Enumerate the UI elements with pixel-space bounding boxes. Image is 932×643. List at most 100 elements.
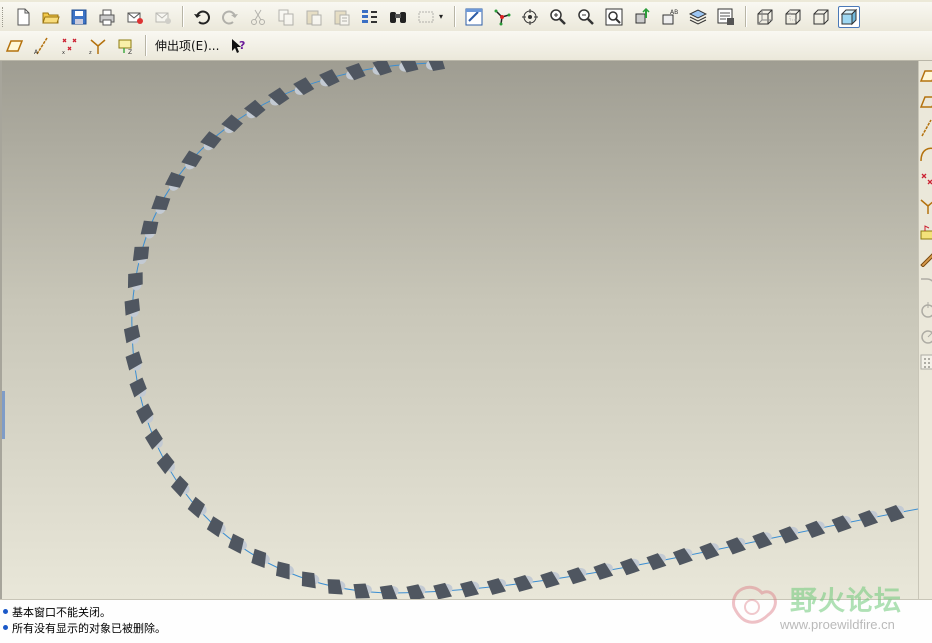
message-text: 基本窗口不能关闭。 xyxy=(12,605,111,619)
refit-button[interactable] xyxy=(603,6,625,28)
open-button[interactable] xyxy=(40,6,62,28)
right-feature-toolbar xyxy=(918,61,932,599)
datum-plane-tool[interactable] xyxy=(919,65,932,87)
orient-mode-button[interactable] xyxy=(519,6,541,28)
sweep-tool[interactable] xyxy=(919,325,932,347)
datum-axis-tool[interactable] xyxy=(919,117,932,139)
copy-button[interactable] xyxy=(275,6,297,28)
regenerate-button[interactable] xyxy=(359,6,381,28)
regenerate-icon xyxy=(362,9,377,23)
layers-icon xyxy=(689,8,707,25)
reorient-button[interactable] xyxy=(631,6,653,28)
forum-watermark: 野火论坛 www.proewildfire.cn xyxy=(720,577,932,639)
sketch-tool[interactable] xyxy=(919,247,932,269)
saved-views-button[interactable]: AB xyxy=(659,6,681,28)
reorient-icon xyxy=(635,7,650,23)
model-scene[interactable] xyxy=(2,61,918,599)
svg-text:Z: Z xyxy=(128,49,132,55)
datum-curve-tool[interactable] xyxy=(919,143,932,165)
coordinate-system-tool[interactable] xyxy=(919,195,932,217)
message-text: 所有没有显示的对象已被删除。 xyxy=(12,621,166,635)
hidden-line-button[interactable] xyxy=(782,6,804,28)
sketch-tool-icon xyxy=(920,253,932,267)
spin-center-button[interactable] xyxy=(491,6,513,28)
paste-special-icon xyxy=(334,10,350,25)
revolve-tool[interactable] xyxy=(919,299,932,321)
repaint-button[interactable] xyxy=(463,6,485,28)
paste-icon xyxy=(306,10,322,25)
wireframe-icon xyxy=(757,9,773,24)
datum-point-icon xyxy=(921,173,932,185)
shading-button[interactable] xyxy=(838,5,860,28)
toolbar-separator xyxy=(745,6,746,27)
redo-button[interactable] xyxy=(219,6,241,28)
message-bullet-icon xyxy=(3,625,8,630)
paste-button[interactable] xyxy=(303,6,325,28)
zoom-in-button[interactable] xyxy=(547,6,569,28)
hidden-line-icon xyxy=(785,9,801,24)
layers-button[interactable] xyxy=(687,6,709,28)
wireframe-button[interactable] xyxy=(754,6,776,28)
saved-views-icon: AB xyxy=(662,9,678,24)
zoom-out-button[interactable] xyxy=(575,6,597,28)
datum-point-display-icon: x xyxy=(62,38,77,55)
round-tool[interactable] xyxy=(919,273,932,295)
undo-icon xyxy=(194,10,210,24)
cut-button[interactable] xyxy=(247,6,269,28)
copy-icon xyxy=(278,9,294,25)
extrude-menu-item[interactable]: 伸出项(E)... xyxy=(155,37,219,54)
open-folder-icon xyxy=(42,12,60,23)
revolve-icon xyxy=(921,302,932,318)
graphics-viewport[interactable] xyxy=(0,61,918,599)
save-icon xyxy=(71,9,87,24)
pattern-tool[interactable] xyxy=(919,351,932,373)
datum-point-tool[interactable] xyxy=(919,169,932,191)
analysis-icon xyxy=(920,225,932,240)
sketch-plane-tool[interactable] xyxy=(919,91,932,113)
message-bullet-icon xyxy=(3,609,8,614)
paste-special-button[interactable] xyxy=(331,6,353,28)
datum-plane-icon xyxy=(919,70,932,82)
watermark-title: 野火论坛 xyxy=(790,586,902,617)
toolbar-separator xyxy=(454,6,455,27)
coordinate-system-toggle[interactable]: z xyxy=(87,35,109,57)
email-icon xyxy=(127,12,143,24)
email-button[interactable] xyxy=(124,6,146,28)
save-button[interactable] xyxy=(68,6,90,28)
new-file-button[interactable] xyxy=(12,6,34,28)
redo-icon xyxy=(222,10,238,24)
toolbar-separator xyxy=(145,35,146,56)
svg-text:?: ? xyxy=(239,39,245,52)
toolbar-grip[interactable] xyxy=(2,6,6,27)
context-help-icon: ? xyxy=(232,38,246,53)
pattern-icon xyxy=(920,354,932,370)
analysis-tool[interactable] xyxy=(919,221,932,243)
datum-axis-toggle[interactable]: A xyxy=(31,35,53,57)
no-hidden-icon xyxy=(813,9,829,24)
main-toolbar: ▾ AB xyxy=(0,2,932,31)
select-box-icon xyxy=(418,11,434,22)
viewport-background xyxy=(2,61,918,599)
shading-icon xyxy=(840,8,858,25)
toolbar-separator xyxy=(182,6,183,27)
email-link-button[interactable] xyxy=(152,6,174,28)
datum-axis-icon xyxy=(921,119,932,137)
view-manager-icon xyxy=(717,8,734,25)
print-button[interactable] xyxy=(96,6,118,28)
context-help-button[interactable]: ? xyxy=(228,35,250,57)
select-dropdown[interactable]: ▾ xyxy=(437,12,445,21)
no-hidden-button[interactable] xyxy=(810,6,832,28)
annotation-toggle[interactable]: Z xyxy=(115,35,137,57)
repaint-icon xyxy=(465,8,483,25)
find-button[interactable] xyxy=(387,6,409,28)
datum-plane-toggle[interactable] xyxy=(3,35,25,57)
coordinate-system-icon xyxy=(920,199,932,214)
refit-icon xyxy=(605,8,623,25)
select-button[interactable] xyxy=(415,6,437,28)
datum-point-toggle[interactable]: x xyxy=(59,35,81,57)
undo-button[interactable] xyxy=(191,6,213,28)
view-manager-button[interactable] xyxy=(715,6,737,28)
cut-icon xyxy=(251,9,265,25)
sash-handle[interactable] xyxy=(2,391,5,439)
email-link-icon xyxy=(155,12,171,24)
